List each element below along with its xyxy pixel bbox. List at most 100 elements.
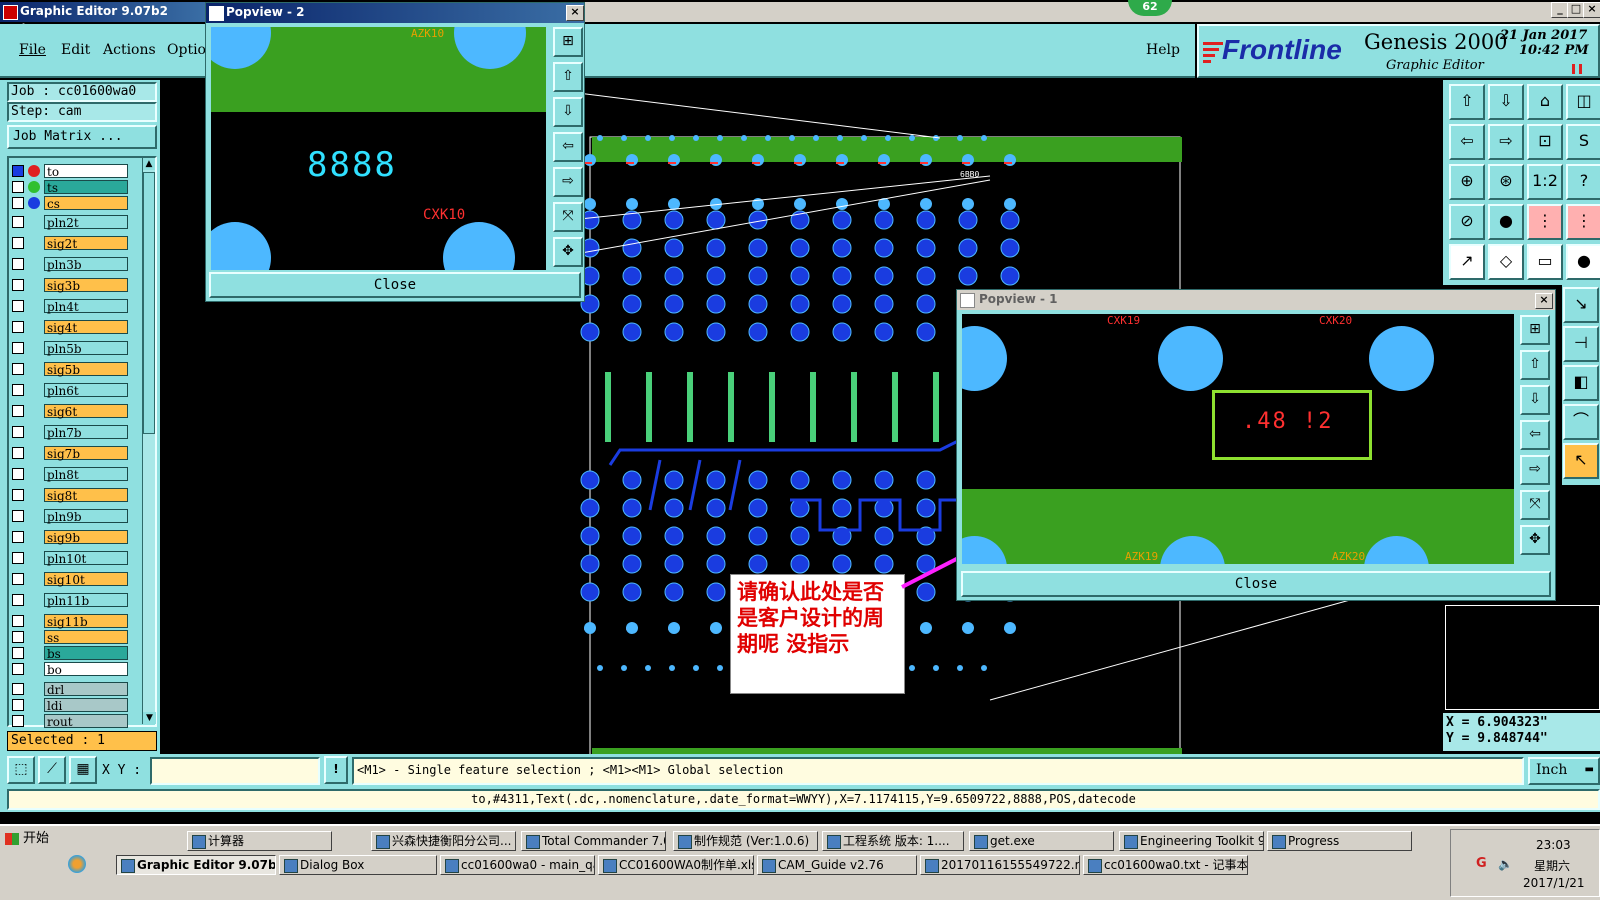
net-icon[interactable]: ⋮ bbox=[1527, 204, 1563, 240]
layer-checkbox[interactable] bbox=[12, 573, 24, 585]
taskbar-item[interactable]: cc01600wa0.txt - 记事本 bbox=[1083, 855, 1248, 875]
layer-checkbox[interactable] bbox=[12, 197, 24, 209]
layer-scrollbar[interactable]: ▲ ▼ bbox=[142, 158, 156, 724]
popview1-tool-icon[interactable]: ✥ bbox=[1520, 525, 1550, 555]
popview1-tool-icon[interactable]: ⇦ bbox=[1520, 420, 1550, 450]
layer-checkbox[interactable] bbox=[12, 321, 24, 333]
popview2-tool-icon[interactable]: ⇩ bbox=[553, 97, 583, 127]
layer-row[interactable]: sig5b bbox=[10, 362, 128, 377]
layer-checkbox[interactable] bbox=[12, 489, 24, 501]
taskbar-item[interactable]: 20170116155549722.rtf... bbox=[920, 855, 1080, 875]
layer-checkbox[interactable] bbox=[12, 699, 24, 711]
measure-tool-icon[interactable]: ⟋ bbox=[38, 756, 66, 784]
taskbar-item[interactable]: 工程系统 版本: 1.... bbox=[822, 831, 964, 851]
layer-row[interactable]: ldi bbox=[10, 698, 128, 713]
menu-help[interactable]: Help bbox=[1146, 42, 1180, 58]
layer-checkbox[interactable] bbox=[12, 165, 24, 177]
mirror-icon[interactable]: ⊣ bbox=[1563, 326, 1599, 362]
edit-icon[interactable]: ◇ bbox=[1488, 244, 1524, 280]
scroll-up-icon[interactable]: ▲ bbox=[143, 158, 155, 170]
start-button[interactable]: 开始 bbox=[3, 829, 55, 851]
zoom-fit-icon[interactable]: ⊕ bbox=[1449, 164, 1485, 200]
taskbar-item[interactable]: get.exe bbox=[969, 831, 1114, 851]
popview2-tool-icon[interactable]: ⇨ bbox=[553, 167, 583, 197]
pan-left-icon[interactable]: ⇦ bbox=[1449, 124, 1485, 160]
layer-checkbox[interactable] bbox=[12, 631, 24, 643]
layer-row[interactable]: sig7b bbox=[10, 446, 128, 461]
component-icon[interactable]: ⋮ bbox=[1566, 204, 1600, 240]
layer-up-icon[interactable]: ⇧ bbox=[1449, 84, 1485, 120]
layer-row[interactable]: bs bbox=[10, 646, 128, 661]
taskbar-item[interactable]: 兴森快捷衡阳分公司... bbox=[371, 831, 516, 851]
layer-checkbox[interactable] bbox=[12, 683, 24, 695]
pad-icon[interactable]: ● bbox=[1488, 204, 1524, 240]
layer-checkbox[interactable] bbox=[12, 342, 24, 354]
layer-row[interactable]: drl bbox=[10, 682, 128, 697]
info-icon[interactable]: ! bbox=[324, 756, 348, 784]
layer-row[interactable]: cs bbox=[10, 196, 128, 211]
volume-icon[interactable]: 🔈 bbox=[1498, 857, 1513, 871]
layer-checkbox[interactable] bbox=[12, 594, 24, 606]
layer-row[interactable]: pln11b bbox=[10, 593, 128, 608]
grid-tool-icon[interactable]: ▦ bbox=[69, 756, 97, 784]
scroll-down-icon[interactable]: ▼ bbox=[143, 712, 156, 724]
popview2-canvas[interactable]: AZK10 8888 CXK10 bbox=[211, 27, 546, 270]
layer-row[interactable]: pln10t bbox=[10, 551, 128, 566]
layer-row[interactable]: pln6t bbox=[10, 383, 128, 398]
layer-row[interactable]: pln5b bbox=[10, 341, 128, 356]
popview2-tool-icon[interactable]: ⇧ bbox=[553, 62, 583, 92]
taskbar-item[interactable]: Progress bbox=[1267, 831, 1412, 851]
select-icon[interactable]: ↗ bbox=[1449, 244, 1485, 280]
popview1-tool-icon[interactable]: ⤧ bbox=[1520, 490, 1550, 520]
layer-row[interactable]: sig10t bbox=[10, 572, 128, 587]
layer-row[interactable]: sig2t bbox=[10, 236, 128, 251]
layer-row[interactable]: sig11b bbox=[10, 614, 128, 629]
taskbar-item[interactable]: 制作规范 (Ver:1.0.6) bbox=[673, 831, 818, 851]
quicklaunch-icon[interactable] bbox=[68, 855, 86, 873]
taskbar-item[interactable]: CAM_Guide v2.76 bbox=[757, 855, 917, 875]
taskbar-item[interactable]: 计算器 bbox=[187, 831, 332, 851]
tray-app-icon[interactable]: G bbox=[1476, 856, 1487, 871]
zoom-in-icon[interactable]: ⊛ bbox=[1488, 164, 1524, 200]
snap-tool-icon[interactable]: ⬚ bbox=[7, 756, 35, 784]
help-icon[interactable]: ? bbox=[1566, 164, 1600, 200]
layer-row[interactable]: sig9b bbox=[10, 530, 128, 545]
popview2-tool-icon[interactable]: ✥ bbox=[553, 237, 583, 267]
layer-row[interactable]: sig6t bbox=[10, 404, 128, 419]
popview1-canvas[interactable]: CXK19 CXK20 .48 !2 AZK19 AZK20 bbox=[962, 314, 1514, 564]
layer-checkbox[interactable] bbox=[12, 510, 24, 522]
popview1-tool-icon[interactable]: ⊞ bbox=[1520, 315, 1550, 345]
pointer-icon[interactable]: ↘ bbox=[1563, 287, 1599, 323]
layer-row[interactable]: pln9b bbox=[10, 509, 128, 524]
scale-icon[interactable]: 1:2 bbox=[1527, 164, 1563, 200]
pan-right-icon[interactable]: ⇨ bbox=[1488, 124, 1524, 160]
popview2-close-button[interactable]: Close bbox=[209, 272, 581, 298]
layer-checkbox[interactable] bbox=[12, 384, 24, 396]
taskbar-item[interactable]: Total Commander 7.0 ... bbox=[521, 831, 666, 851]
layer-checkbox[interactable] bbox=[12, 468, 24, 480]
popview1-tool-icon[interactable]: ⇩ bbox=[1520, 385, 1550, 415]
layer-checkbox[interactable] bbox=[12, 615, 24, 627]
popview2-tool-icon[interactable]: ⇦ bbox=[553, 132, 583, 162]
taskbar-item[interactable]: Engineering Toolkit 9.... bbox=[1119, 831, 1264, 851]
layer-row[interactable]: ss bbox=[10, 630, 128, 645]
popview1-tool-icon[interactable]: ⇨ bbox=[1520, 455, 1550, 485]
layer-row[interactable]: to bbox=[10, 164, 128, 179]
layer-checkbox[interactable] bbox=[12, 363, 24, 375]
menu-file[interactable]: File bbox=[19, 42, 46, 58]
menu-edit[interactable]: Edit bbox=[61, 42, 90, 58]
home-icon[interactable]: ⌂ bbox=[1527, 84, 1563, 120]
layer-checkbox[interactable] bbox=[12, 258, 24, 270]
popview2-tool-icon[interactable]: ⊞ bbox=[553, 27, 583, 57]
scroll-thumb[interactable] bbox=[143, 172, 155, 434]
menu-actions[interactable]: Actions bbox=[103, 42, 156, 58]
layer-checkbox[interactable] bbox=[12, 715, 24, 727]
layer-row[interactable]: bo bbox=[10, 662, 128, 677]
layers-icon[interactable]: ◧ bbox=[1563, 365, 1599, 401]
taskbar-item[interactable]: Graphic Editor 9.07b2 ... bbox=[116, 855, 276, 875]
edit-cursor-icon[interactable]: ↖ bbox=[1563, 443, 1599, 479]
layer-checkbox[interactable] bbox=[12, 447, 24, 459]
measure-icon[interactable]: ⌒ bbox=[1563, 404, 1599, 440]
layer-row[interactable]: pln2t bbox=[10, 215, 128, 230]
layer-row[interactable]: pln4t bbox=[10, 299, 128, 314]
